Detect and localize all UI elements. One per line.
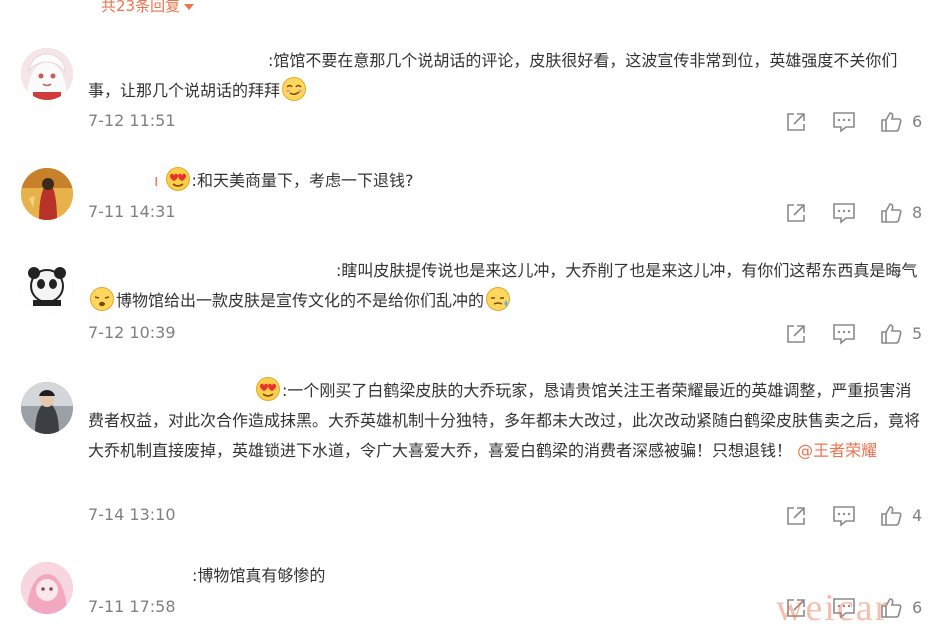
comment-text: :瞎叫皮肤提传说也是来这儿冲，大乔削了也是来这儿冲，有你们这帮东西真是晦气博物馆…: [88, 256, 924, 316]
like-count: 6: [912, 112, 923, 131]
avatar[interactable]: [21, 382, 73, 434]
like-count: 8: [912, 203, 923, 222]
share-icon: [787, 204, 805, 222]
avatar[interactable]: [21, 262, 73, 314]
like-button[interactable]: 5: [880, 322, 922, 346]
thumbs-up-icon: [881, 203, 902, 223]
comment-button[interactable]: [832, 201, 856, 225]
share-icon: [787, 325, 805, 343]
like-button[interactable]: 6: [880, 110, 922, 134]
thumbs-up-icon: [881, 112, 902, 132]
heart-eyes-emoji: [165, 166, 191, 192]
smug-face-emoji: [281, 76, 307, 102]
comment-text: :一个刚买了白鹤梁皮肤的大乔玩家，恳请贵馆关注王者荣耀最近的英雄调整，严重损害消…: [88, 376, 924, 466]
comment-actions: 8: [0, 201, 950, 225]
share-icon: [787, 113, 805, 131]
comment-content: :瞎叫皮肤提传说也是来这儿冲，大乔削了也是来这儿冲，有你们这帮东西真是晦气: [336, 261, 918, 280]
comment-text: ı :和天美商量下，考虑一下退钱?: [88, 166, 924, 196]
reply-count-label: 共23条回复: [101, 0, 181, 15]
like-count: 4: [912, 506, 923, 525]
reply-count-toggle[interactable]: 共23条回复: [101, 0, 195, 16]
comment-content: :一个刚买了白鹤梁皮肤的大乔玩家，恳请贵馆关注王者荣耀最近的英雄调整，严重损害消…: [88, 381, 921, 460]
heart-eyes-emoji: [255, 376, 281, 402]
share-icon: [787, 507, 805, 525]
comment-button[interactable]: [832, 504, 856, 528]
comment-text: :馆馆不要在意那几个说胡话的评论，皮肤很好看，这波宣传非常到位，英雄强度不关你们…: [88, 46, 924, 106]
share-button[interactable]: [784, 504, 808, 528]
comment-button[interactable]: [832, 322, 856, 346]
comment-actions: 6: [0, 110, 950, 134]
comment-icon: [833, 506, 855, 527]
thumbs-up-icon: [881, 506, 902, 526]
share-button[interactable]: [784, 201, 808, 225]
mention-link[interactable]: @王者荣耀: [797, 441, 877, 460]
watermark: weicar: [776, 587, 890, 629]
comment-icon: [833, 112, 855, 133]
share-button[interactable]: [784, 322, 808, 346]
cold-sweat-emoji: [485, 286, 511, 312]
like-button[interactable]: 8: [880, 201, 922, 225]
comment-actions: 4: [0, 504, 950, 528]
share-button[interactable]: [784, 110, 808, 134]
like-count: 6: [912, 598, 923, 617]
disappointed-face-emoji: [89, 286, 115, 312]
comment-icon: [833, 324, 855, 345]
comment-icon: [833, 203, 855, 224]
comment-button[interactable]: [832, 110, 856, 134]
comment-actions: 5: [0, 322, 950, 346]
avatar[interactable]: [21, 48, 73, 100]
comment-content-continued: 博物馆给出一款皮肤是宣传文化的不是给你们乱冲的: [116, 291, 485, 310]
comment-content: :馆馆不要在意那几个说胡话的评论，皮肤很好看，这波宣传非常到位，英雄强度不关你们…: [88, 51, 898, 100]
comment-content: :博物馆真有够惨的: [192, 566, 326, 585]
like-button[interactable]: 4: [880, 504, 922, 528]
username-fragment: ı: [154, 171, 159, 190]
thumbs-up-icon: [881, 324, 902, 344]
like-count: 5: [912, 324, 923, 343]
comment-content: :和天美商量下，考虑一下退钱?: [191, 171, 414, 190]
caret-down-icon: [184, 4, 195, 10]
